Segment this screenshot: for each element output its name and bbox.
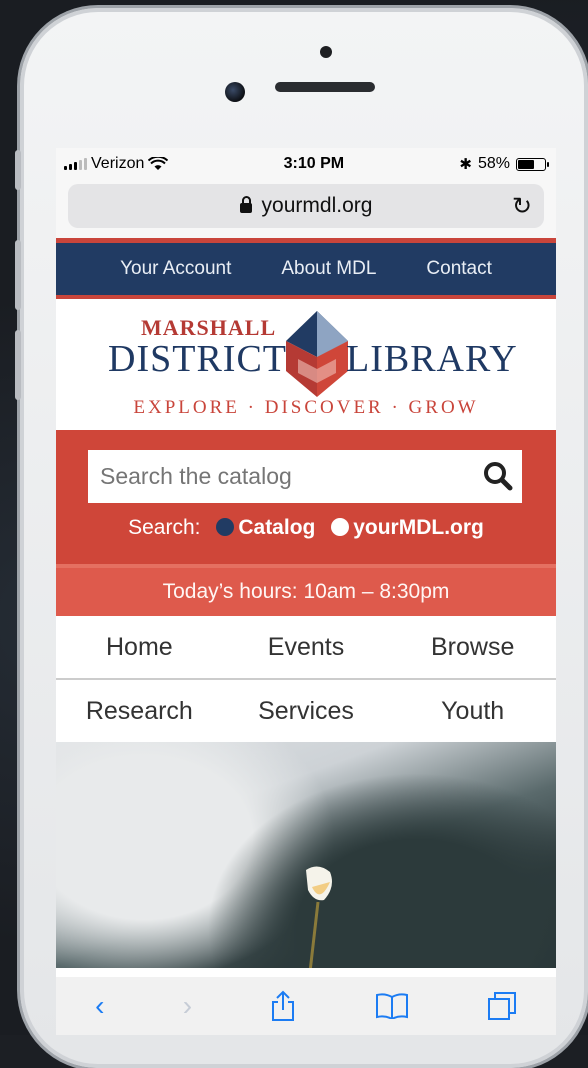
search-scope-label: Search: — [128, 516, 201, 539]
todays-hours-banner[interactable]: Today’s hours: 10am – 8:30pm — [56, 564, 556, 616]
logo-emblem-icon — [286, 311, 348, 397]
back-icon[interactable]: ‹ — [95, 990, 104, 1022]
hero-mountain — [206, 772, 556, 968]
nav-your-account[interactable]: Your Account — [120, 258, 231, 280]
safari-toolbar: ‹ › — [56, 977, 556, 1035]
logo-library: LIBRARY — [346, 338, 518, 380]
lock-icon — [239, 196, 252, 213]
nav-contact[interactable]: Contact — [426, 258, 491, 280]
volume-up-button — [15, 240, 21, 310]
status-time: 3:10 PM — [283, 155, 345, 172]
front-sensor — [320, 46, 332, 58]
earpiece-speaker — [275, 82, 375, 92]
volume-down-button — [15, 330, 21, 400]
search-section: Search: Catalog yourMDL.org — [56, 430, 556, 564]
flower-image — [306, 866, 332, 968]
logo-district: DISTRICT — [108, 338, 287, 380]
signal-icon — [64, 158, 87, 170]
front-camera — [225, 82, 245, 102]
mute-switch — [15, 150, 21, 190]
radio-yourmdl-label[interactable]: yourMDL.org — [353, 516, 484, 539]
phone-screen: Verizon 3:10 PM ✱ 58% yourmdl.org ↻ Your… — [56, 148, 556, 1035]
battery-percent: 58% — [477, 155, 510, 172]
reload-icon[interactable]: ↻ — [512, 192, 532, 221]
nav-about-mdl[interactable]: About MDL — [281, 258, 376, 280]
battery-icon — [515, 157, 549, 171]
top-nav: Your Account About MDL Contact — [56, 243, 556, 295]
wifi-icon — [148, 157, 169, 170]
radio-catalog-label[interactable]: Catalog — [238, 516, 315, 539]
search-scope: Search: Catalog yourMDL.org — [56, 516, 556, 540]
status-bar: Verizon 3:10 PM ✱ 58% — [56, 148, 556, 180]
hero-image — [56, 742, 556, 968]
carrier-label: Verizon — [91, 155, 145, 172]
radio-catalog[interactable] — [216, 518, 235, 536]
tabs-icon[interactable] — [487, 991, 517, 1021]
forward-icon[interactable]: › — [183, 990, 192, 1022]
address-bar[interactable]: yourmdl.org ↻ — [68, 184, 544, 228]
nav-youth[interactable]: Youth — [389, 697, 556, 726]
search-icon[interactable] — [482, 460, 514, 492]
share-icon[interactable] — [270, 990, 296, 1022]
nav-events[interactable]: Events — [223, 633, 390, 662]
logo-tagline: EXPLORE · DISCOVER · GROW — [133, 397, 479, 418]
radio-yourmdl[interactable] — [331, 518, 350, 536]
bluetooth-icon: ✱ — [459, 156, 472, 173]
nav-browse[interactable]: Browse — [389, 633, 556, 662]
nav-home[interactable]: Home — [56, 633, 223, 662]
nav-services[interactable]: Services — [223, 697, 390, 726]
library-logo[interactable]: MARSHALL DISTRICT LIBRARY EXPLORE · DISC… — [56, 299, 556, 430]
url-text: yourmdl.org — [261, 194, 373, 217]
catalog-search-input[interactable] — [88, 450, 522, 503]
main-nav: Home Events Browse Research Services You… — [56, 616, 556, 742]
bookmarks-icon[interactable] — [375, 993, 409, 1019]
nav-research[interactable]: Research — [56, 697, 223, 726]
